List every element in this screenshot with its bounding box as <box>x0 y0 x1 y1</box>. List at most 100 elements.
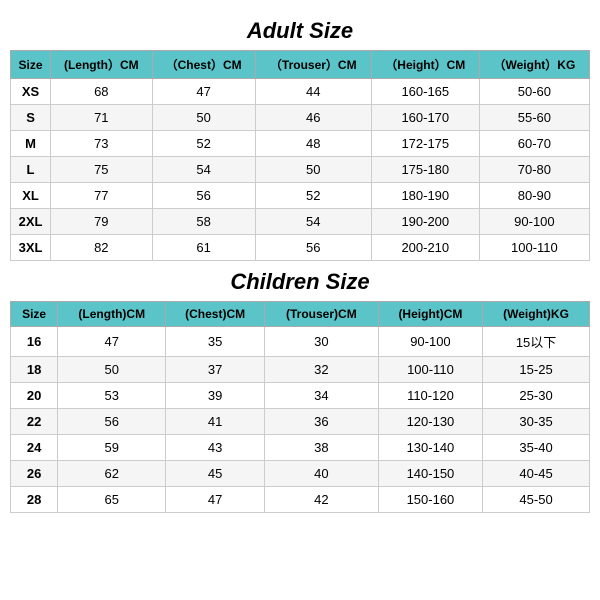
adult-col-header: (Length）CM <box>51 51 153 79</box>
children-size-table: Size(Length)CM(Chest)CM(Trouser)CM(Heigh… <box>10 301 590 513</box>
table-cell: 52 <box>152 131 255 157</box>
adult-header-row: Size(Length）CM（Chest）CM（Trouser）CM（Heigh… <box>11 51 590 79</box>
table-row: M735248172-17560-70 <box>11 131 590 157</box>
table-cell: 82 <box>51 235 153 261</box>
table-cell: 80-90 <box>479 183 589 209</box>
table-row: 24594338130-14035-40 <box>11 435 590 461</box>
table-cell: 16 <box>11 327 58 357</box>
table-cell: L <box>11 157 51 183</box>
table-cell: 30 <box>264 327 378 357</box>
table-row: 20533934110-12025-30 <box>11 383 590 409</box>
children-col-header: Size <box>11 302 58 327</box>
table-cell: 25-30 <box>483 383 590 409</box>
table-cell: 160-170 <box>371 105 479 131</box>
table-cell: 50-60 <box>479 79 589 105</box>
table-row: XL775652180-19080-90 <box>11 183 590 209</box>
children-col-header: (Height)CM <box>378 302 482 327</box>
table-cell: 48 <box>255 131 371 157</box>
table-cell: 68 <box>51 79 153 105</box>
table-cell: 15-25 <box>483 357 590 383</box>
table-cell: 100-110 <box>479 235 589 261</box>
table-cell: 37 <box>166 357 265 383</box>
adult-table-body: XS684744160-16550-60S715046160-17055-60M… <box>11 79 590 261</box>
children-col-header: (Length)CM <box>58 302 166 327</box>
table-cell: 100-110 <box>378 357 482 383</box>
table-cell: 54 <box>255 209 371 235</box>
table-cell: XL <box>11 183 51 209</box>
table-cell: 55-60 <box>479 105 589 131</box>
table-cell: 52 <box>255 183 371 209</box>
table-cell: 35 <box>166 327 265 357</box>
table-cell: 56 <box>255 235 371 261</box>
table-cell: 70-80 <box>479 157 589 183</box>
table-cell: 62 <box>58 461 166 487</box>
table-cell: 58 <box>152 209 255 235</box>
table-cell: 140-150 <box>378 461 482 487</box>
table-cell: 56 <box>58 409 166 435</box>
table-cell: S <box>11 105 51 131</box>
table-cell: 50 <box>152 105 255 131</box>
table-row: S715046160-17055-60 <box>11 105 590 131</box>
children-header-row: Size(Length)CM(Chest)CM(Trouser)CM(Heigh… <box>11 302 590 327</box>
table-cell: 18 <box>11 357 58 383</box>
table-cell: 47 <box>58 327 166 357</box>
table-cell: 65 <box>58 487 166 513</box>
children-col-header: (Trouser)CM <box>264 302 378 327</box>
table-cell: 54 <box>152 157 255 183</box>
children-table-body: 1647353090-10015以下18503732100-11015-2520… <box>11 327 590 513</box>
table-cell: 172-175 <box>371 131 479 157</box>
table-cell: 46 <box>255 105 371 131</box>
table-cell: 28 <box>11 487 58 513</box>
table-cell: 77 <box>51 183 153 209</box>
table-row: 26624540140-15040-45 <box>11 461 590 487</box>
table-cell: 50 <box>58 357 166 383</box>
table-cell: 150-160 <box>378 487 482 513</box>
adult-col-header: （Chest）CM <box>152 51 255 79</box>
table-cell: 22 <box>11 409 58 435</box>
table-cell: 160-165 <box>371 79 479 105</box>
table-cell: 35-40 <box>483 435 590 461</box>
table-cell: 34 <box>264 383 378 409</box>
table-cell: 175-180 <box>371 157 479 183</box>
table-cell: 60-70 <box>479 131 589 157</box>
table-cell: 73 <box>51 131 153 157</box>
table-cell: 30-35 <box>483 409 590 435</box>
table-cell: 43 <box>166 435 265 461</box>
table-cell: 61 <box>152 235 255 261</box>
table-cell: 90-100 <box>479 209 589 235</box>
table-row: 18503732100-11015-25 <box>11 357 590 383</box>
table-cell: 47 <box>166 487 265 513</box>
table-cell: 15以下 <box>483 327 590 357</box>
children-title: Children Size <box>10 261 590 301</box>
children-col-header: (Chest)CM <box>166 302 265 327</box>
table-cell: 20 <box>11 383 58 409</box>
table-cell: 40 <box>264 461 378 487</box>
table-cell: 90-100 <box>378 327 482 357</box>
table-row: 3XL826156200-210100-110 <box>11 235 590 261</box>
adult-col-header: （Height）CM <box>371 51 479 79</box>
table-cell: 41 <box>166 409 265 435</box>
table-cell: 75 <box>51 157 153 183</box>
table-row: L755450175-18070-80 <box>11 157 590 183</box>
adult-col-header: （Weight）KG <box>479 51 589 79</box>
table-cell: 32 <box>264 357 378 383</box>
table-cell: 56 <box>152 183 255 209</box>
table-cell: 53 <box>58 383 166 409</box>
table-cell: 38 <box>264 435 378 461</box>
table-row: XS684744160-16550-60 <box>11 79 590 105</box>
table-cell: 79 <box>51 209 153 235</box>
size-chart-container: Adult Size Size(Length）CM（Chest）CM（Trous… <box>10 10 590 513</box>
table-row: 2XL795854190-20090-100 <box>11 209 590 235</box>
table-cell: 130-140 <box>378 435 482 461</box>
table-cell: 200-210 <box>371 235 479 261</box>
adult-col-header: Size <box>11 51 51 79</box>
table-cell: 39 <box>166 383 265 409</box>
adult-title: Adult Size <box>10 10 590 50</box>
table-cell: 44 <box>255 79 371 105</box>
table-cell: 190-200 <box>371 209 479 235</box>
table-cell: 2XL <box>11 209 51 235</box>
table-cell: 36 <box>264 409 378 435</box>
adult-col-header: （Trouser）CM <box>255 51 371 79</box>
table-cell: 180-190 <box>371 183 479 209</box>
table-row: 1647353090-10015以下 <box>11 327 590 357</box>
